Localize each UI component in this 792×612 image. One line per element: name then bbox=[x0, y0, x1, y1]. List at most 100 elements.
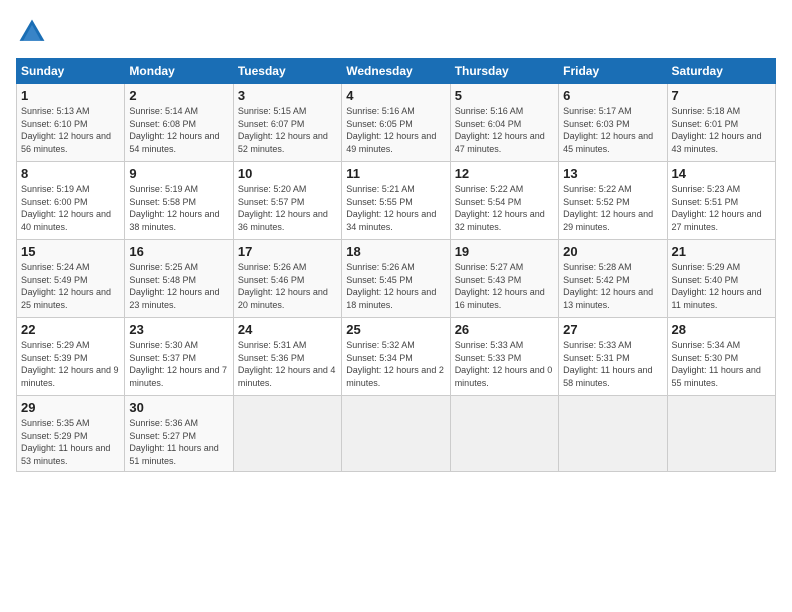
day-number: 22 bbox=[21, 322, 120, 337]
day-info: Sunrise: 5:13 AM Sunset: 6:10 PM Dayligh… bbox=[21, 105, 120, 155]
day-number: 14 bbox=[672, 166, 771, 181]
day-number: 25 bbox=[346, 322, 445, 337]
day-number: 21 bbox=[672, 244, 771, 259]
day-info: Sunrise: 5:15 AM Sunset: 6:07 PM Dayligh… bbox=[238, 105, 337, 155]
calendar-week-1: 1 Sunrise: 5:13 AM Sunset: 6:10 PM Daylig… bbox=[17, 84, 776, 162]
day-info: Sunrise: 5:19 AM Sunset: 5:58 PM Dayligh… bbox=[129, 183, 228, 233]
day-number: 19 bbox=[455, 244, 554, 259]
day-number: 5 bbox=[455, 88, 554, 103]
day-info: Sunrise: 5:29 AM Sunset: 5:39 PM Dayligh… bbox=[21, 339, 120, 389]
calendar-cell: 14Sunrise: 5:23 AM Sunset: 5:51 PM Dayli… bbox=[667, 162, 775, 240]
calendar-cell bbox=[342, 396, 450, 472]
day-info: Sunrise: 5:21 AM Sunset: 5:55 PM Dayligh… bbox=[346, 183, 445, 233]
day-info: Sunrise: 5:32 AM Sunset: 5:34 PM Dayligh… bbox=[346, 339, 445, 389]
day-number: 2 bbox=[129, 88, 228, 103]
day-number: 15 bbox=[21, 244, 120, 259]
day-number: 4 bbox=[346, 88, 445, 103]
calendar-week-2: 8Sunrise: 5:19 AM Sunset: 6:00 PM Daylig… bbox=[17, 162, 776, 240]
day-number: 27 bbox=[563, 322, 662, 337]
day-info: Sunrise: 5:33 AM Sunset: 5:31 PM Dayligh… bbox=[563, 339, 662, 389]
weekday-header-thursday: Thursday bbox=[450, 59, 558, 84]
calendar-cell: 16 Sunrise: 5:25 AM Sunset: 5:48 PM Dayli… bbox=[125, 240, 233, 318]
day-info: Sunrise: 5:19 AM Sunset: 6:00 PM Dayligh… bbox=[21, 183, 120, 233]
day-info: Sunrise: 5:14 AM Sunset: 6:08 PM Dayligh… bbox=[129, 105, 228, 155]
calendar-cell: 19 Sunrise: 5:27 AM Sunset: 5:43 PM Dayli… bbox=[450, 240, 558, 318]
calendar-cell: 8Sunrise: 5:19 AM Sunset: 6:00 PM Daylig… bbox=[17, 162, 125, 240]
day-number: 3 bbox=[238, 88, 337, 103]
day-number: 24 bbox=[238, 322, 337, 337]
calendar-cell: 22 Sunrise: 5:29 AM Sunset: 5:39 PM Dayli… bbox=[17, 318, 125, 396]
calendar-header: SundayMondayTuesdayWednesdayThursdayFrid… bbox=[17, 59, 776, 84]
calendar-week-4: 22 Sunrise: 5:29 AM Sunset: 5:39 PM Dayli… bbox=[17, 318, 776, 396]
day-info: Sunrise: 5:28 AM Sunset: 5:42 PM Dayligh… bbox=[563, 261, 662, 311]
day-number: 6 bbox=[563, 88, 662, 103]
day-number: 1 bbox=[21, 88, 120, 103]
calendar-week-3: 15Sunrise: 5:24 AM Sunset: 5:49 PM Dayli… bbox=[17, 240, 776, 318]
day-info: Sunrise: 5:29 AM Sunset: 5:40 PM Dayligh… bbox=[672, 261, 771, 311]
calendar-cell: 23 Sunrise: 5:30 AM Sunset: 5:37 PM Dayli… bbox=[125, 318, 233, 396]
day-info: Sunrise: 5:26 AM Sunset: 5:46 PM Dayligh… bbox=[238, 261, 337, 311]
day-number: 30 bbox=[129, 400, 228, 415]
day-number: 29 bbox=[21, 400, 120, 415]
calendar-cell: 29 Sunrise: 5:35 AM Sunset: 5:29 PM Dayli… bbox=[17, 396, 125, 472]
calendar-cell: 11 Sunrise: 5:21 AM Sunset: 5:55 PM Dayli… bbox=[342, 162, 450, 240]
day-number: 7 bbox=[672, 88, 771, 103]
day-number: 18 bbox=[346, 244, 445, 259]
calendar-table: SundayMondayTuesdayWednesdayThursdayFrid… bbox=[16, 58, 776, 472]
day-number: 13 bbox=[563, 166, 662, 181]
calendar-cell: 3 Sunrise: 5:15 AM Sunset: 6:07 PM Daylig… bbox=[233, 84, 341, 162]
weekday-header-friday: Friday bbox=[559, 59, 667, 84]
weekday-header-monday: Monday bbox=[125, 59, 233, 84]
calendar-body: 1 Sunrise: 5:13 AM Sunset: 6:10 PM Daylig… bbox=[17, 84, 776, 472]
calendar-cell bbox=[559, 396, 667, 472]
calendar-cell bbox=[450, 396, 558, 472]
calendar-cell: 7Sunrise: 5:18 AM Sunset: 6:01 PM Daylig… bbox=[667, 84, 775, 162]
day-number: 12 bbox=[455, 166, 554, 181]
header bbox=[16, 16, 776, 48]
day-info: Sunrise: 5:31 AM Sunset: 5:36 PM Dayligh… bbox=[238, 339, 337, 389]
day-info: Sunrise: 5:30 AM Sunset: 5:37 PM Dayligh… bbox=[129, 339, 228, 389]
day-info: Sunrise: 5:25 AM Sunset: 5:48 PM Dayligh… bbox=[129, 261, 228, 311]
calendar-week-5: 29 Sunrise: 5:35 AM Sunset: 5:29 PM Dayli… bbox=[17, 396, 776, 472]
calendar-cell bbox=[667, 396, 775, 472]
calendar-cell: 6 Sunrise: 5:17 AM Sunset: 6:03 PM Daylig… bbox=[559, 84, 667, 162]
calendar-cell: 5 Sunrise: 5:16 AM Sunset: 6:04 PM Daylig… bbox=[450, 84, 558, 162]
day-number: 9 bbox=[129, 166, 228, 181]
calendar-cell: 1 Sunrise: 5:13 AM Sunset: 6:10 PM Daylig… bbox=[17, 84, 125, 162]
calendar-cell: 12 Sunrise: 5:22 AM Sunset: 5:54 PM Dayli… bbox=[450, 162, 558, 240]
day-info: Sunrise: 5:26 AM Sunset: 5:45 PM Dayligh… bbox=[346, 261, 445, 311]
day-info: Sunrise: 5:35 AM Sunset: 5:29 PM Dayligh… bbox=[21, 417, 120, 467]
day-info: Sunrise: 5:27 AM Sunset: 5:43 PM Dayligh… bbox=[455, 261, 554, 311]
calendar-cell bbox=[233, 396, 341, 472]
day-number: 17 bbox=[238, 244, 337, 259]
day-info: Sunrise: 5:16 AM Sunset: 6:04 PM Dayligh… bbox=[455, 105, 554, 155]
weekday-header-sunday: Sunday bbox=[17, 59, 125, 84]
day-info: Sunrise: 5:33 AM Sunset: 5:33 PM Dayligh… bbox=[455, 339, 554, 389]
calendar-cell: 26 Sunrise: 5:33 AM Sunset: 5:33 PM Dayli… bbox=[450, 318, 558, 396]
day-info: Sunrise: 5:36 AM Sunset: 5:27 PM Dayligh… bbox=[129, 417, 228, 467]
calendar-cell: 13 Sunrise: 5:22 AM Sunset: 5:52 PM Dayli… bbox=[559, 162, 667, 240]
calendar-cell: 2 Sunrise: 5:14 AM Sunset: 6:08 PM Daylig… bbox=[125, 84, 233, 162]
weekday-header-saturday: Saturday bbox=[667, 59, 775, 84]
calendar-cell: 27 Sunrise: 5:33 AM Sunset: 5:31 PM Dayli… bbox=[559, 318, 667, 396]
logo bbox=[16, 16, 52, 48]
calendar-cell: 15Sunrise: 5:24 AM Sunset: 5:49 PM Dayli… bbox=[17, 240, 125, 318]
calendar-cell: 20 Sunrise: 5:28 AM Sunset: 5:42 PM Dayli… bbox=[559, 240, 667, 318]
calendar-cell: 9 Sunrise: 5:19 AM Sunset: 5:58 PM Daylig… bbox=[125, 162, 233, 240]
day-number: 10 bbox=[238, 166, 337, 181]
calendar-cell: 25 Sunrise: 5:32 AM Sunset: 5:34 PM Dayli… bbox=[342, 318, 450, 396]
day-number: 28 bbox=[672, 322, 771, 337]
day-number: 20 bbox=[563, 244, 662, 259]
day-number: 16 bbox=[129, 244, 228, 259]
calendar-cell: 18 Sunrise: 5:26 AM Sunset: 5:45 PM Dayli… bbox=[342, 240, 450, 318]
calendar-cell: 24 Sunrise: 5:31 AM Sunset: 5:36 PM Dayli… bbox=[233, 318, 341, 396]
day-number: 26 bbox=[455, 322, 554, 337]
day-number: 23 bbox=[129, 322, 228, 337]
day-info: Sunrise: 5:16 AM Sunset: 6:05 PM Dayligh… bbox=[346, 105, 445, 155]
weekday-header-wednesday: Wednesday bbox=[342, 59, 450, 84]
day-info: Sunrise: 5:22 AM Sunset: 5:54 PM Dayligh… bbox=[455, 183, 554, 233]
page-container: SundayMondayTuesdayWednesdayThursdayFrid… bbox=[0, 0, 792, 612]
day-info: Sunrise: 5:22 AM Sunset: 5:52 PM Dayligh… bbox=[563, 183, 662, 233]
day-number: 11 bbox=[346, 166, 445, 181]
day-info: Sunrise: 5:17 AM Sunset: 6:03 PM Dayligh… bbox=[563, 105, 662, 155]
